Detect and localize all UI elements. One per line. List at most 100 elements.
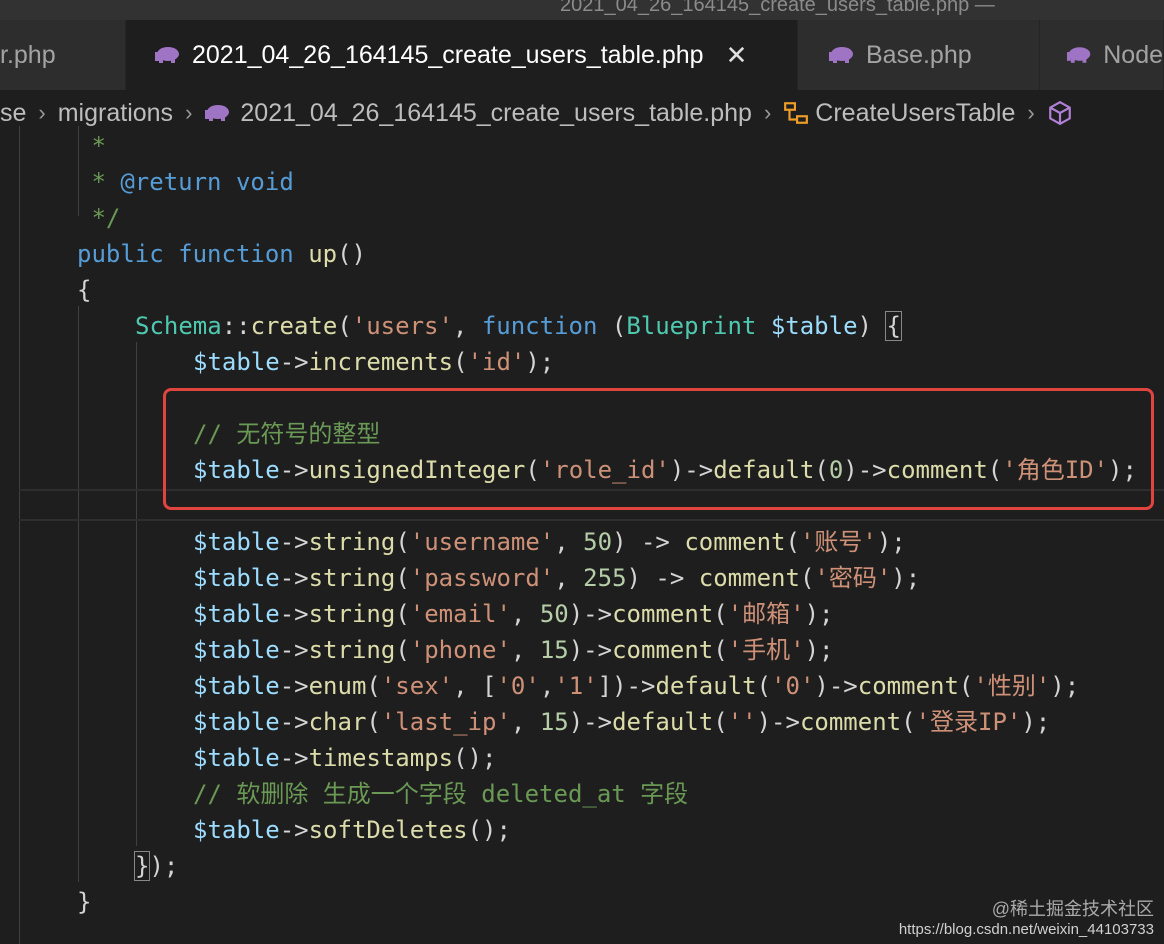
code-token: ( (395, 636, 410, 664)
code-line[interactable]: }); (133, 848, 178, 884)
code-token: ( (453, 348, 468, 376)
code-token: ); (1050, 672, 1080, 700)
code-token: $table (193, 348, 280, 376)
code-line[interactable]: $table->char('last_ip', 15)->default('')… (193, 704, 1050, 740)
code-token: string (308, 528, 396, 556)
code-token: '' (727, 708, 757, 736)
code-line[interactable]: */ (77, 200, 120, 236)
code-line[interactable]: public function up() (77, 236, 366, 272)
code-token: comment (612, 636, 714, 664)
code-line[interactable]: $table->softDeletes(); (193, 812, 511, 848)
code-line[interactable]: $table->string('username', 50) -> commen… (193, 524, 906, 560)
chevron-right-icon: › (1027, 100, 1035, 125)
code-line[interactable]: // 软删除 生成一个字段 deleted_at 字段 (193, 776, 688, 812)
code-line[interactable]: * (77, 128, 105, 164)
code-token: * (77, 168, 121, 196)
code-line[interactable]: $table->string('password', 255) -> comme… (193, 560, 920, 596)
php-elephant-icon (155, 47, 179, 63)
code-token: $table (770, 312, 858, 340)
code-line[interactable]: * @return void (77, 164, 294, 200)
code-token: } (133, 851, 151, 881)
code-token: Blueprint (626, 312, 757, 340)
class-symbol-icon (784, 102, 809, 124)
code-token: , [ (453, 672, 497, 700)
tab-router-php[interactable]: r.php (0, 20, 126, 90)
code-token: $table (193, 636, 280, 664)
code-token: -> (279, 564, 309, 592)
code-line[interactable]: } (77, 884, 91, 920)
code-token: , (539, 672, 555, 700)
code-token: 50 (539, 600, 569, 628)
tab-node[interactable]: Node (1040, 20, 1164, 90)
code-token: string (308, 600, 396, 628)
code-token: , (510, 600, 540, 628)
code-token: ( (395, 600, 410, 628)
code-token: up (308, 240, 338, 268)
code-editor[interactable]: * * @return void */ public function up(){… (0, 126, 1164, 944)
code-token: softDeletes (308, 816, 468, 844)
close-icon[interactable]: ✕ (726, 40, 748, 71)
code-token: 'users' (351, 312, 453, 340)
code-line[interactable]: $table->string('phone', 15)->comment('手机… (193, 632, 834, 668)
breadcrumb-item-class[interactable]: CreateUsersTable (815, 99, 1015, 128)
tab-create-users-table[interactable]: 2021_04_26_164145_create_users_table.php… (126, 20, 798, 90)
code-token: ( (756, 672, 772, 700)
code-token: (); (453, 744, 497, 772)
code-token: -> (279, 528, 309, 556)
indent-guide (136, 342, 137, 846)
code-token: ( (366, 672, 381, 700)
code-token: '手机' (727, 636, 805, 664)
php-elephant-icon (1066, 47, 1091, 63)
code-token: Schema (135, 312, 222, 340)
code-token: 'phone' (409, 636, 511, 664)
code-token: ( (337, 312, 352, 340)
code-token: ( (713, 708, 728, 736)
code-token: comment (684, 528, 786, 556)
chevron-right-icon: › (38, 100, 46, 125)
code-token: ( (713, 600, 728, 628)
code-token: ); (1021, 708, 1051, 736)
code-line[interactable]: $table->string('email', 50)->comment('邮箱… (193, 596, 834, 632)
code-line[interactable]: $table->enum('sex', ['0','1'])->default(… (193, 668, 1079, 704)
code-token: public (77, 240, 164, 268)
code-token: comment (612, 600, 714, 628)
code-token: 'username' (409, 528, 555, 556)
code-token: -> (279, 672, 309, 700)
code-token: 15 (539, 708, 569, 736)
code-token: '1' (554, 672, 598, 700)
code-token: @return (120, 168, 222, 196)
php-elephant-icon (829, 47, 853, 63)
code-token: ); (876, 528, 906, 556)
code-line[interactable]: Schema::create('users', function (Bluepr… (135, 308, 902, 344)
code-token: '密码' (814, 564, 892, 592)
code-token: ( (901, 708, 916, 736)
code-token: '性别' (973, 672, 1051, 700)
code-token: function (481, 312, 598, 340)
indent-guide (19, 126, 20, 944)
code-token: 'id' (467, 348, 526, 376)
tab-base-php[interactable]: Base.php (798, 20, 1040, 90)
code-token: void (235, 168, 294, 196)
code-token: )-> (568, 636, 613, 664)
code-token: */ (77, 204, 121, 232)
annotation-highlight-box (163, 388, 1154, 510)
code-token: $table (193, 672, 280, 700)
breadcrumb-item-migrations[interactable]: migrations (58, 99, 173, 128)
code-token: )-> (814, 672, 858, 700)
code-token: 15 (539, 636, 569, 664)
code-line[interactable]: { (77, 272, 91, 308)
code-token: enum (308, 672, 367, 700)
breadcrumb-item-database[interactable]: se (0, 99, 26, 128)
code-line[interactable]: $table->increments('id'); (193, 344, 554, 380)
code-token: string (308, 636, 396, 664)
code-token: ( (597, 312, 627, 340)
code-token: ); (891, 564, 921, 592)
code-token: ( (713, 636, 728, 664)
code-line[interactable]: $table->timestamps(); (193, 740, 496, 776)
breadcrumb-item-file[interactable]: 2021_04_26_164145_create_users_table.php (240, 99, 752, 128)
code-token: )-> (568, 600, 613, 628)
code-token: , (554, 528, 584, 556)
code-token: 'sex' (380, 672, 454, 700)
code-token: , (510, 708, 540, 736)
